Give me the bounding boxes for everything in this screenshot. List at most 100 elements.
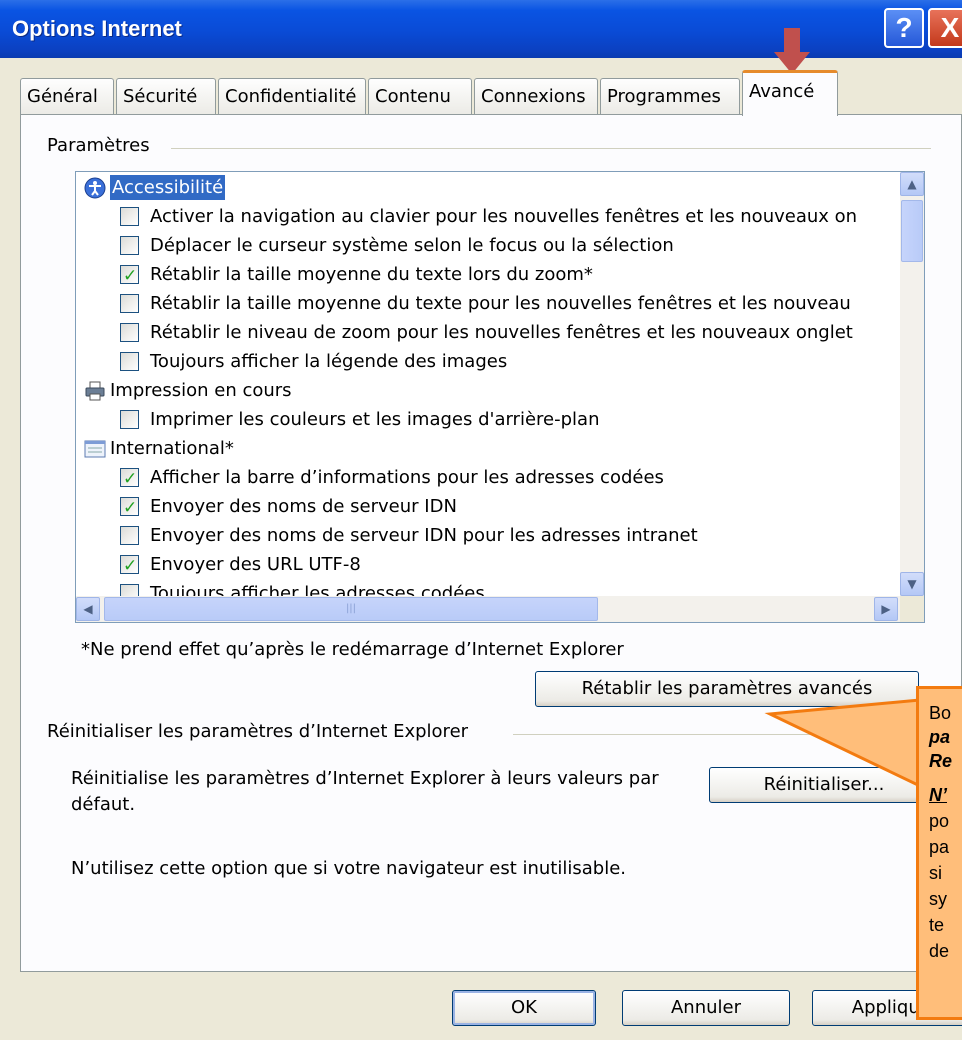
- tab-connexions[interactable]: Connexions: [474, 78, 598, 114]
- option-row[interactable]: Rétablir la taille moyenne du texte pour…: [76, 289, 900, 318]
- checkbox-checked[interactable]: ✓: [120, 468, 139, 489]
- scroll-right-button[interactable]: ▶: [874, 597, 898, 621]
- option-row[interactable]: Toujours afficher la légende des images: [76, 347, 900, 376]
- option-row[interactable]: Toujours afficher les adresses codées: [76, 579, 900, 596]
- settings-list[interactable]: Accessibilité Activer la navigation au c…: [75, 171, 925, 623]
- internet-options-dialog: Options Internet ? X Général Sécurité Co…: [0, 0, 962, 1040]
- scroll-down-button[interactable]: ▼: [900, 572, 924, 596]
- tab-label: Confidentialité: [225, 86, 357, 107]
- tab-avance[interactable]: Avancé: [742, 70, 838, 116]
- scrollbar-corner: [900, 596, 924, 622]
- tab-label: Connexions: [481, 86, 586, 107]
- checkbox[interactable]: [120, 526, 139, 545]
- chevron-right-icon: ▶: [881, 602, 891, 616]
- callout-line: pa: [929, 837, 950, 857]
- checkbox[interactable]: [120, 352, 139, 371]
- scroll-up-button[interactable]: ▲: [900, 172, 924, 196]
- option-label: Envoyer des noms de serveur IDN pour les…: [150, 525, 698, 546]
- advanced-panel: Paramètres Accessibilité Activer la navi…: [20, 114, 962, 972]
- option-label: Afficher la barre d’informations pour le…: [150, 467, 664, 488]
- category-international[interactable]: International*: [76, 434, 900, 463]
- option-row[interactable]: ✓ Rétablir la taille moyenne du texte lo…: [76, 260, 900, 289]
- horizontal-scroll-thumb[interactable]: |||: [104, 597, 598, 621]
- option-label: Envoyer des noms de serveur IDN: [150, 496, 457, 517]
- checkbox[interactable]: [120, 323, 139, 342]
- tab-label: Général: [27, 86, 98, 107]
- vertical-scroll-thumb[interactable]: [901, 200, 923, 262]
- reset-description-line2: défaut.: [71, 794, 136, 815]
- cancel-button[interactable]: Annuler: [622, 990, 790, 1026]
- option-label: Toujours afficher la légende des images: [150, 351, 508, 372]
- option-label: Activer la navigation au clavier pour le…: [150, 206, 858, 227]
- category-label: International*: [110, 438, 234, 459]
- reset-button[interactable]: Réinitialiser...: [709, 767, 939, 803]
- checkbox[interactable]: [120, 584, 139, 596]
- option-label: Toujours afficher les adresses codées: [150, 583, 485, 596]
- category-accessibility[interactable]: Accessibilité: [76, 173, 900, 202]
- option-row[interactable]: Déplacer le curseur système selon le foc…: [76, 231, 900, 260]
- option-label: Envoyer des URL UTF-8: [150, 554, 361, 575]
- option-row[interactable]: Rétablir le niveau de zoom pour les nouv…: [76, 318, 900, 347]
- chevron-up-icon: ▲: [907, 177, 917, 191]
- tab-label: Contenu: [375, 86, 451, 107]
- checkbox-checked[interactable]: ✓: [120, 555, 139, 576]
- checkbox[interactable]: [120, 207, 139, 226]
- settings-list-content: Accessibilité Activer la navigation au c…: [76, 172, 900, 596]
- checkmark-icon: ✓: [123, 469, 138, 489]
- printer-icon: [85, 381, 105, 401]
- international-icon: [84, 440, 106, 458]
- title-bar: Options Internet ? X: [0, 0, 962, 58]
- option-row[interactable]: Imprimer les couleurs et les images d'ar…: [76, 405, 900, 434]
- ok-button[interactable]: OK: [452, 990, 596, 1026]
- callout-line: Re: [929, 751, 953, 771]
- chevron-down-icon: ▼: [907, 577, 917, 591]
- option-row[interactable]: ✓ Envoyer des URL UTF-8: [76, 550, 900, 579]
- checkmark-icon: ✓: [123, 498, 138, 518]
- restart-note: *Ne prend effet qu’après le redémarrage …: [81, 639, 624, 660]
- option-row[interactable]: ✓ Afficher la barre d’informations pour …: [76, 463, 900, 492]
- option-label: Imprimer les couleurs et les images d'ar…: [150, 409, 600, 430]
- callout-line: sy: [929, 889, 947, 909]
- reset-description-line1: Réinitialise les paramètres d’Internet E…: [71, 768, 659, 789]
- checkbox-checked[interactable]: ✓: [120, 497, 139, 518]
- option-row[interactable]: ✓ Envoyer des noms de serveur IDN: [76, 492, 900, 521]
- option-row[interactable]: Activer la navigation au clavier pour le…: [76, 202, 900, 231]
- accessibility-icon: [84, 177, 106, 199]
- checkbox[interactable]: [120, 294, 139, 313]
- pointer-arrow-icon: [774, 28, 810, 74]
- callout-line: N’: [929, 785, 947, 805]
- category-label: Impression en cours: [110, 380, 292, 401]
- close-button[interactable]: X: [928, 8, 962, 48]
- checkbox[interactable]: [120, 236, 139, 255]
- group-divider: [513, 734, 933, 735]
- option-label: Rétablir la taille moyenne du texte lors…: [150, 264, 593, 285]
- grip-icon: |||: [345, 603, 357, 614]
- vertical-scrollbar[interactable]: ▲ ▼: [900, 172, 924, 596]
- option-row[interactable]: Envoyer des noms de serveur IDN pour les…: [76, 521, 900, 550]
- tab-confidentialite[interactable]: Confidentialité: [218, 78, 366, 114]
- reset-group-label: Réinitialiser les paramètres d’Internet …: [47, 721, 475, 742]
- checkmark-icon: ✓: [123, 556, 138, 576]
- option-label: Rétablir la taille moyenne du texte pour…: [150, 293, 851, 314]
- window-title: Options Internet: [12, 16, 182, 41]
- tab-label: Avancé: [749, 81, 815, 102]
- checkbox-checked[interactable]: ✓: [120, 265, 139, 286]
- tab-programmes[interactable]: Programmes: [600, 78, 740, 114]
- tab-contenu[interactable]: Contenu: [368, 78, 472, 114]
- callout-line: te: [929, 915, 945, 935]
- callout-line: Bo: [929, 703, 952, 723]
- callout-line: si: [929, 863, 942, 883]
- close-icon: X: [940, 12, 960, 43]
- callout-line: po: [929, 811, 950, 831]
- callout-line: pa: [929, 727, 951, 747]
- restore-advanced-settings-button[interactable]: Rétablir les paramètres avancés: [535, 671, 919, 707]
- help-button[interactable]: ?: [884, 8, 924, 48]
- category-printing[interactable]: Impression en cours: [76, 376, 900, 405]
- scroll-left-button[interactable]: ◀: [76, 597, 100, 621]
- category-label: Accessibilité: [110, 175, 226, 200]
- tab-securite[interactable]: Sécurité: [116, 78, 216, 114]
- checkbox[interactable]: [120, 410, 139, 429]
- option-label: Déplacer le curseur système selon le foc…: [150, 235, 674, 256]
- horizontal-scrollbar[interactable]: ◀ ||| ▶: [76, 596, 900, 622]
- tab-general[interactable]: Général: [20, 78, 114, 114]
